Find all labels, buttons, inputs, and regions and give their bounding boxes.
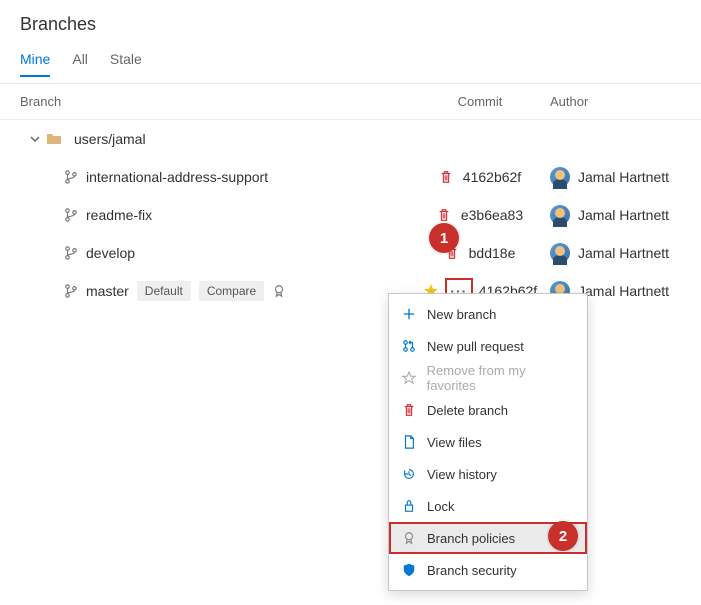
chevron-down-icon[interactable] bbox=[30, 134, 40, 144]
trash-icon[interactable] bbox=[437, 208, 451, 222]
folder-icon bbox=[46, 132, 62, 146]
menu-label: Delete branch bbox=[427, 403, 508, 418]
callout-2: 2 bbox=[548, 521, 578, 551]
branch-name: readme-fix bbox=[86, 207, 152, 223]
branch-row[interactable]: master Default Compare ··· 4162b62f Jama… bbox=[0, 272, 701, 310]
compare-badge: Compare bbox=[199, 281, 264, 301]
col-header-commit[interactable]: Commit bbox=[420, 94, 540, 109]
branch-row[interactable]: readme-fix e3b6ea83 Jamal Hartnett bbox=[0, 196, 701, 234]
menu-delete-branch[interactable]: Delete branch bbox=[389, 394, 587, 426]
commit-hash[interactable]: e3b6ea83 bbox=[461, 207, 523, 223]
menu-label: New pull request bbox=[427, 339, 524, 354]
commit-hash[interactable]: bdd18e bbox=[469, 245, 516, 261]
folder-name: users/jamal bbox=[74, 131, 146, 147]
tab-mine[interactable]: Mine bbox=[20, 45, 50, 77]
commit-hash[interactable]: 4162b62f bbox=[463, 169, 521, 185]
history-icon bbox=[401, 467, 417, 481]
default-badge: Default bbox=[137, 281, 191, 301]
avatar bbox=[550, 243, 570, 263]
page-title: Branches bbox=[20, 14, 681, 35]
callout-1: 1 bbox=[429, 223, 459, 253]
branch-icon bbox=[64, 208, 78, 222]
menu-lock[interactable]: Lock bbox=[389, 490, 587, 522]
author-name: Jamal Hartnett bbox=[578, 169, 669, 185]
branch-icon bbox=[64, 284, 78, 298]
menu-label: New branch bbox=[427, 307, 496, 322]
tab-stale[interactable]: Stale bbox=[110, 45, 142, 77]
author-name: Jamal Hartnett bbox=[578, 283, 669, 299]
plus-icon bbox=[401, 307, 417, 321]
menu-label: Branch policies bbox=[427, 531, 515, 546]
branch-name: develop bbox=[86, 245, 135, 261]
trash-icon bbox=[401, 403, 417, 417]
tab-all[interactable]: All bbox=[72, 45, 88, 77]
menu-view-files[interactable]: View files bbox=[389, 426, 587, 458]
rosette-icon bbox=[272, 284, 286, 298]
rosette-icon bbox=[401, 531, 417, 545]
menu-remove-favorite: Remove from my favorites bbox=[389, 362, 587, 394]
pull-request-icon bbox=[401, 339, 417, 353]
menu-label: Branch security bbox=[427, 563, 517, 578]
shield-icon bbox=[401, 563, 417, 577]
branch-row[interactable]: develop bdd18e Jamal Hartnett bbox=[0, 234, 701, 272]
branch-name: international-address-support bbox=[86, 169, 268, 185]
branch-name: master bbox=[86, 283, 129, 299]
menu-view-history[interactable]: View history bbox=[389, 458, 587, 490]
star-outline-icon bbox=[401, 371, 417, 385]
author-name: Jamal Hartnett bbox=[578, 207, 669, 223]
menu-label: View history bbox=[427, 467, 497, 482]
avatar bbox=[550, 205, 570, 225]
lock-icon bbox=[401, 499, 417, 513]
menu-label: View files bbox=[427, 435, 482, 450]
menu-new-pull-request[interactable]: New pull request bbox=[389, 330, 587, 362]
avatar bbox=[550, 167, 570, 187]
folder-row[interactable]: users/jamal bbox=[0, 120, 701, 158]
menu-label: Remove from my favorites bbox=[427, 363, 575, 393]
branch-icon bbox=[64, 170, 78, 184]
file-icon bbox=[401, 435, 417, 449]
tabs: Mine All Stale bbox=[20, 45, 681, 77]
menu-branch-security[interactable]: Branch security bbox=[389, 554, 587, 586]
author-name: Jamal Hartnett bbox=[578, 245, 669, 261]
menu-label: Lock bbox=[427, 499, 454, 514]
col-header-author[interactable]: Author bbox=[540, 94, 681, 109]
branch-row[interactable]: international-address-support 4162b62f J… bbox=[0, 158, 701, 196]
column-headers: Branch Commit Author bbox=[0, 84, 701, 120]
trash-icon[interactable] bbox=[439, 170, 453, 184]
branch-icon bbox=[64, 246, 78, 260]
col-header-branch[interactable]: Branch bbox=[20, 94, 420, 109]
menu-new-branch[interactable]: New branch bbox=[389, 298, 587, 330]
